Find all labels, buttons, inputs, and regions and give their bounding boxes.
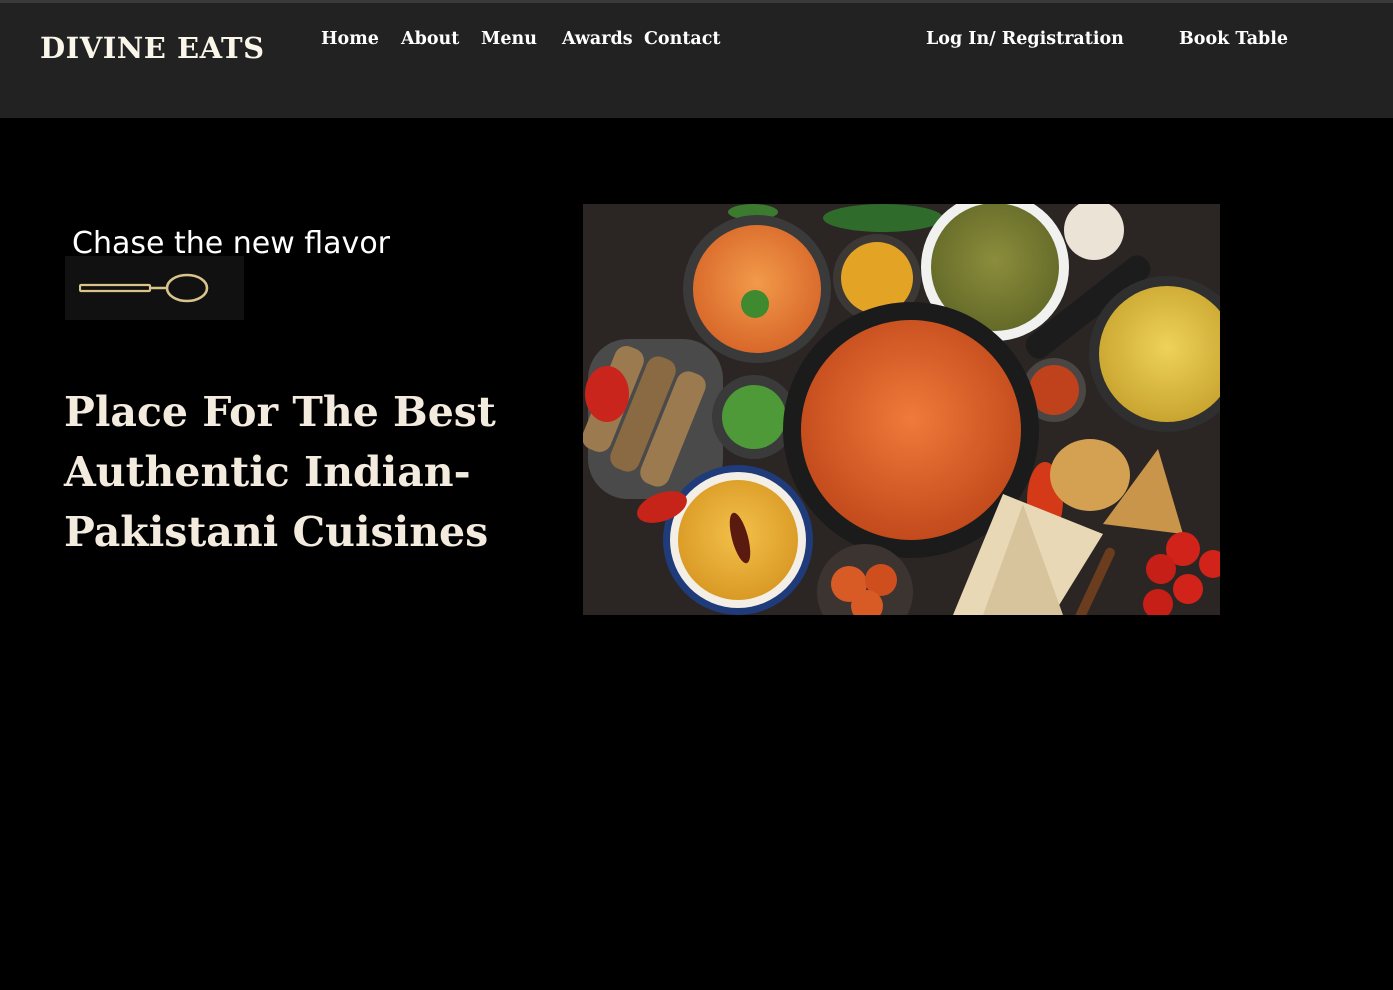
nav-link-home[interactable]: Home: [321, 29, 379, 49]
nav-link-awards[interactable]: Awards: [562, 29, 633, 49]
nav-link-contact[interactable]: Contact: [644, 29, 721, 49]
spoon-divider: [65, 256, 244, 320]
nav-link-menu[interactable]: Menu: [481, 29, 537, 49]
site-header: DIVINE EATS Home About Menu Awards Conta…: [0, 3, 1393, 118]
food-spread-illustration: [583, 204, 1220, 615]
food-spread-image: [583, 204, 1220, 615]
spoon-icon: [79, 273, 209, 303]
login-registration-link[interactable]: Log In/ Registration: [926, 29, 1124, 49]
book-table-link[interactable]: Book Table: [1179, 29, 1288, 49]
site-logo[interactable]: DIVINE EATS: [40, 31, 265, 65]
hero-headline: Place For The Best Authentic Indian-Paki…: [64, 388, 496, 556]
nav-link-about[interactable]: About: [401, 29, 459, 49]
